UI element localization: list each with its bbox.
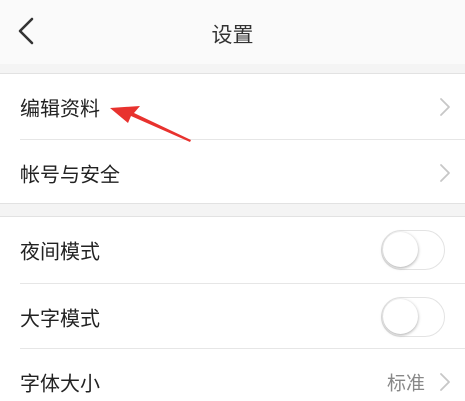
toggle-knob: [383, 231, 418, 267]
toggle-knob: [383, 298, 418, 334]
night-mode-toggle[interactable]: [381, 229, 445, 270]
font-size-label: 字体大小: [20, 371, 100, 395]
navigation-bar: 设置: [0, 0, 465, 64]
account-settings-group: 编辑资料 帐号与安全: [0, 73, 465, 204]
account-security-row[interactable]: 帐号与安全: [0, 140, 465, 205]
large-text-toggle[interactable]: [381, 296, 445, 337]
display-settings-group: 夜间模式 大字模式 字体大小 标准: [0, 216, 465, 401]
night-mode-row: 夜间模式: [0, 217, 465, 282]
chevron-right-icon: [440, 97, 450, 116]
red-arrow-icon: [110, 106, 191, 142]
night-mode-label: 夜间模式: [20, 239, 100, 263]
page-title: 设置: [211, 23, 254, 47]
edit-profile-row[interactable]: 编辑资料: [0, 74, 465, 139]
chevron-right-icon: [440, 163, 450, 182]
chevron-right-icon: [440, 372, 450, 391]
large-text-row: 大字模式: [0, 284, 465, 349]
account-security-label: 帐号与安全: [20, 162, 120, 186]
large-text-label: 大字模式: [20, 306, 100, 330]
font-size-row[interactable]: 字体大小 标准: [0, 349, 465, 401]
font-size-value: 标准: [386, 372, 425, 394]
edit-profile-label: 编辑资料: [20, 96, 100, 120]
